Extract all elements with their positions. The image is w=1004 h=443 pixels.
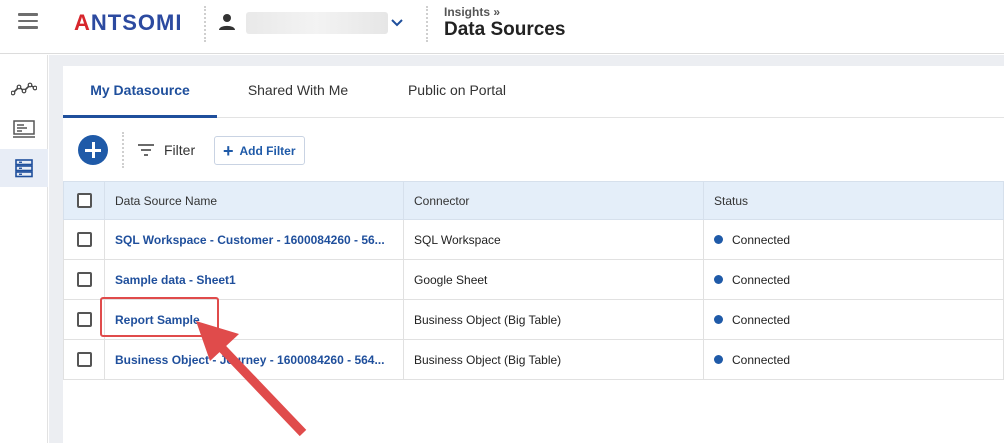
antsomi-logo[interactable]: ANTSOMI: [74, 10, 182, 36]
chevron-down-icon[interactable]: [389, 14, 405, 30]
dashboard-icon: [13, 120, 35, 138]
app-header: ANTSOMI Insights » Data Sources: [0, 0, 1004, 54]
add-datasource-button[interactable]: [78, 135, 108, 165]
filter-label: Filter: [164, 142, 196, 158]
table-row[interactable]: SQL Workspace - Customer - 1600084260 - …: [63, 219, 1004, 260]
status-text: Connected: [732, 312, 791, 327]
filter-button[interactable]: Filter: [137, 138, 195, 162]
user-icon: [219, 14, 235, 30]
status-cell: Connected: [703, 299, 1004, 340]
column-header-connector[interactable]: Connector: [403, 181, 704, 220]
analytics-icon: [11, 82, 37, 96]
row-check-cell: [63, 219, 105, 260]
connector-cell: Business Object (Big Table): [403, 339, 704, 380]
page-title: Data Sources: [444, 19, 566, 40]
column-header-name[interactable]: Data Source Name: [104, 181, 404, 220]
datasource-icon: [15, 159, 33, 178]
toolbar: Filter + Add Filter: [63, 118, 1004, 180]
status-cell: Connected: [703, 339, 1004, 380]
datasource-name-link[interactable]: Business Object - Journey - 1600084260 -…: [115, 353, 384, 367]
column-header-status[interactable]: Status: [703, 181, 1004, 220]
toolbar-divider: [122, 132, 124, 168]
select-all-checkbox[interactable]: [76, 193, 92, 209]
row-checkbox[interactable]: [76, 272, 92, 288]
table-row[interactable]: Sample data - Sheet1 Google Sheet Connec…: [63, 259, 1004, 300]
header-divider: [204, 6, 206, 42]
tab-public-on-portal[interactable]: Public on Portal: [389, 66, 525, 118]
connector-cell: Business Object (Big Table): [403, 299, 704, 340]
tab-my-datasource[interactable]: My Datasource: [63, 66, 217, 118]
table-row[interactable]: Business Object - Journey - 1600084260 -…: [63, 339, 1004, 380]
status-dot-icon: [714, 355, 723, 365]
connector-cell: SQL Workspace: [403, 219, 704, 260]
select-all-cell: [63, 181, 105, 220]
datasource-panel: My Datasource Shared With Me Public on P…: [63, 66, 1004, 443]
add-filter-button[interactable]: + Add Filter: [214, 136, 305, 165]
status-dot-icon: [714, 235, 723, 245]
datasource-name-link[interactable]: Report Sample: [115, 313, 200, 327]
breadcrumb[interactable]: Insights »: [444, 5, 500, 19]
status-text: Connected: [732, 352, 791, 367]
name-cell: Business Object - Journey - 1600084260 -…: [104, 339, 404, 380]
name-cell: SQL Workspace - Customer - 1600084260 - …: [104, 219, 404, 260]
row-check-cell: [63, 339, 105, 380]
datasource-name-link[interactable]: SQL Workspace - Customer - 1600084260 - …: [115, 233, 385, 247]
status-text: Connected: [732, 232, 791, 247]
row-check-cell: [63, 299, 105, 340]
table-row[interactable]: Report Sample Business Object (Big Table…: [63, 299, 1004, 340]
datasource-table: Data Source Name Connector Status SQL Wo…: [63, 181, 1004, 380]
account-name: [246, 12, 388, 34]
row-checkbox[interactable]: [76, 232, 92, 248]
plus-icon: +: [223, 140, 234, 161]
sidebar-item-datasource[interactable]: [0, 149, 48, 187]
tab-shared-with-me[interactable]: Shared With Me: [231, 66, 365, 118]
name-cell: Report Sample: [104, 299, 404, 340]
datasource-name-link[interactable]: Sample data - Sheet1: [115, 273, 236, 287]
left-sidebar: [0, 55, 48, 443]
sidebar-item-dashboard[interactable]: [0, 110, 48, 148]
filter-icon: [138, 144, 154, 156]
main-content: My Datasource Shared With Me Public on P…: [49, 55, 1004, 443]
status-text: Connected: [732, 272, 791, 287]
name-cell: Sample data - Sheet1: [104, 259, 404, 300]
sidebar-item-analytics[interactable]: [0, 70, 48, 108]
status-dot-icon: [714, 275, 723, 285]
status-cell: Connected: [703, 219, 1004, 260]
table-header-row: Data Source Name Connector Status: [63, 181, 1004, 220]
status-dot-icon: [714, 315, 723, 325]
row-check-cell: [63, 259, 105, 300]
status-cell: Connected: [703, 259, 1004, 300]
connector-cell: Google Sheet: [403, 259, 704, 300]
row-checkbox[interactable]: [76, 352, 92, 368]
tab-bar: My Datasource Shared With Me Public on P…: [63, 66, 1004, 118]
row-checkbox[interactable]: [76, 312, 92, 328]
menu-icon[interactable]: [18, 13, 38, 29]
header-divider: [426, 6, 428, 42]
add-filter-label: Add Filter: [239, 143, 296, 158]
